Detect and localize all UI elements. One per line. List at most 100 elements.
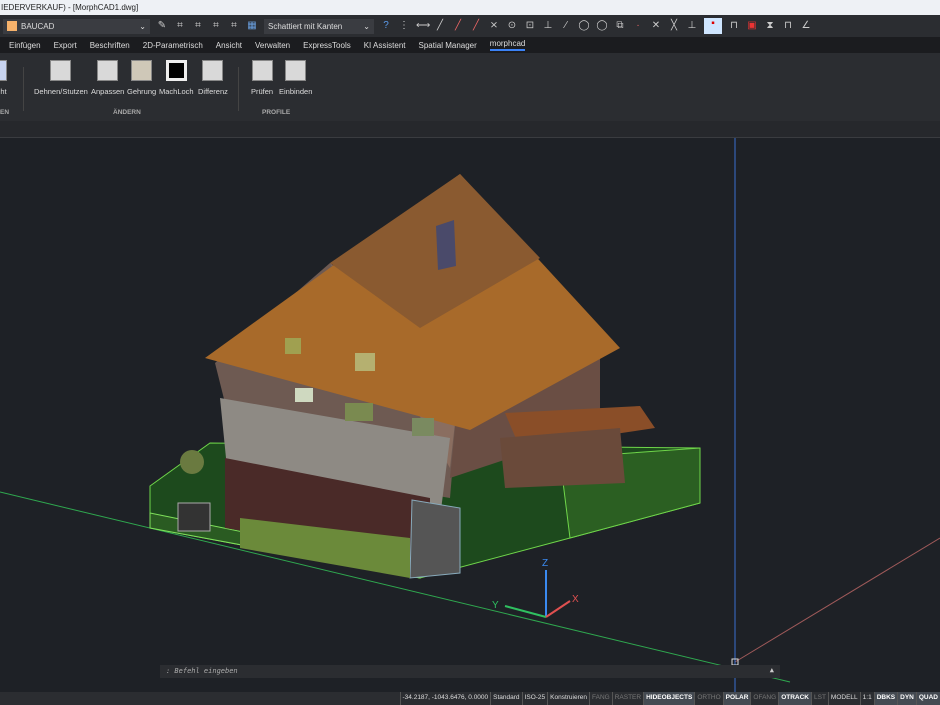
- ribbon-panel: ht EN Dehnen/Stutzen Anpassen Gehrung Ma…: [0, 53, 940, 121]
- divider: [238, 67, 239, 111]
- snap-apparent-icon[interactable]: ⨯: [488, 20, 500, 32]
- hole-icon: [165, 60, 187, 81]
- adjust-icon: [97, 60, 119, 81]
- differenz-button[interactable]: Differenz: [198, 60, 228, 96]
- layer-freeze-icon[interactable]: ⌗: [192, 20, 204, 32]
- status-toggle-lst[interactable]: LST: [811, 692, 828, 705]
- anpassen-button[interactable]: Anpassen: [91, 60, 124, 96]
- miter-icon: [131, 60, 153, 81]
- layer-isolate-icon[interactable]: ⌗: [174, 20, 186, 32]
- status-toggle-polar[interactable]: POLAR: [722, 692, 751, 705]
- panel-label-aendern[interactable]: ÄNDERN: [113, 109, 141, 116]
- snap-from-icon[interactable]: ⊥: [686, 20, 698, 32]
- layer-off-icon[interactable]: ⌗: [210, 20, 222, 32]
- status-toggle-dbks[interactable]: DBKS: [873, 692, 898, 705]
- tab-verwalten[interactable]: Verwalten: [255, 41, 290, 50]
- tab-expresstools[interactable]: ExpressTools: [303, 41, 351, 50]
- command-history-toggle[interactable]: ▲: [770, 666, 774, 674]
- tool-label: Gehrung: [127, 87, 157, 96]
- file-tab-strip: [0, 121, 940, 138]
- machloch-button[interactable]: MachLoch: [159, 60, 194, 96]
- status-toggle-dyn[interactable]: DYN: [897, 692, 916, 705]
- status-toggle-modell[interactable]: MODELL: [827, 692, 860, 705]
- snap-tangent-icon[interactable]: ◯: [578, 20, 590, 32]
- snap-center-icon[interactable]: ⊙: [506, 20, 518, 32]
- snap-polar-icon[interactable]: ⧗: [764, 20, 776, 32]
- snap-insert-icon[interactable]: ⧉: [614, 20, 626, 32]
- tab-morphcad[interactable]: morphcad: [489, 39, 526, 51]
- snap-square-icon[interactable]: ▣: [746, 20, 758, 32]
- partial-tool-button[interactable]: ht: [0, 60, 7, 96]
- quick-access-toolbar: BAUCAD ⌄ ✎ ⌗ ⌗ ⌗ ⌗ ▦ Schattiert mit Kante…: [0, 15, 940, 37]
- snap-angle-icon[interactable]: ∠: [800, 20, 812, 32]
- help-icon[interactable]: ?: [380, 20, 392, 32]
- snap-parallel-icon[interactable]: ∕: [560, 20, 572, 32]
- insert-profile-icon: [285, 60, 307, 81]
- ucs-y-label: Y: [492, 600, 499, 611]
- panel-label-partial: EN: [0, 109, 10, 116]
- einbinden-button[interactable]: Einbinden: [279, 60, 312, 96]
- divider: [23, 67, 24, 111]
- status-toggle-hideobjects[interactable]: HIDEOBJECTS: [643, 692, 695, 705]
- line-icon[interactable]: ╱: [434, 20, 446, 32]
- pruefen-button[interactable]: Prüfen: [251, 60, 273, 96]
- dehnen-stutzen-button[interactable]: Dehnen/Stutzen: [34, 60, 88, 96]
- tool-label: Anpassen: [91, 87, 125, 96]
- tab-ki-assistent[interactable]: KI Assistent: [364, 41, 406, 50]
- layer-name: BAUCAD: [21, 21, 55, 31]
- coordinate-readout: -34.2187, -1043.6476, 0.0000: [399, 692, 491, 705]
- command-line[interactable]: : Befehl eingeben ▲: [160, 665, 780, 678]
- visual-style-value: Schattiert mit Kanten: [268, 21, 343, 31]
- status-toggle-ortho[interactable]: ORTHO: [694, 692, 722, 705]
- gehrung-button[interactable]: Gehrung: [127, 60, 156, 96]
- status-toggle-quad[interactable]: QUAD: [915, 692, 940, 705]
- tab-2d-parametrisch[interactable]: 2D-Parametrisch: [143, 41, 203, 50]
- snap-nearest-icon[interactable]: ·: [632, 20, 644, 32]
- status-toggle-konstruieren[interactable]: Konstruieren: [547, 692, 589, 705]
- layer-on-icon[interactable]: ⌗: [228, 20, 240, 32]
- command-input[interactable]: : Befehl eingeben: [166, 667, 238, 675]
- snap-bracket-icon[interactable]: ⊓: [782, 20, 794, 32]
- snap-intersection-icon[interactable]: ╱: [470, 20, 482, 32]
- layer-dropdown[interactable]: BAUCAD ⌄: [3, 18, 150, 34]
- chevron-down-icon: ⌄: [139, 21, 146, 31]
- status-toggle-standard[interactable]: Standard: [490, 692, 521, 705]
- snap-perpendicular-icon[interactable]: ⊥: [542, 20, 554, 32]
- tab-export[interactable]: Export: [54, 41, 77, 50]
- tab-ansicht[interactable]: Ansicht: [216, 41, 242, 50]
- y-axis-line: [734, 537, 940, 663]
- snap-none-icon[interactable]: ✕: [650, 20, 662, 32]
- visual-style-dropdown[interactable]: Schattiert mit Kanten ⌄: [264, 18, 374, 34]
- point-cloud-house: [149, 174, 701, 579]
- status-toggle-1-1[interactable]: 1:1: [859, 692, 874, 705]
- tool-label: Dehnen/Stutzen: [34, 87, 88, 96]
- tab-einfuegen[interactable]: Einfügen: [9, 41, 41, 50]
- tab-spatial-manager[interactable]: Spatial Manager: [419, 41, 477, 50]
- window-title: IEDERVERKAUF) - [MorphCAD1.dwg]: [1, 3, 139, 12]
- status-toggle-otrack[interactable]: OTRACK: [778, 692, 811, 705]
- snap-midpoint-icon[interactable]: ╱: [452, 20, 464, 32]
- panel-label-profile[interactable]: PROFILE: [262, 109, 290, 116]
- snap-endpoint-icon[interactable]: ⟷: [416, 20, 430, 32]
- status-toggle-raster[interactable]: RASTER: [611, 692, 643, 705]
- difference-icon: [202, 60, 224, 81]
- tool-label: MachLoch: [159, 87, 194, 96]
- tab-beschriften[interactable]: Beschriften: [90, 41, 130, 50]
- snap-tracking-icon[interactable]: ⊓: [728, 20, 740, 32]
- tool-label: Prüfen: [251, 87, 274, 96]
- title-bar: IEDERVERKAUF) - [MorphCAD1.dwg]: [0, 0, 940, 15]
- partial-tool-icon: [0, 60, 7, 81]
- snap-node-icon[interactable]: ⊡: [524, 20, 536, 32]
- more-icon[interactable]: ⋮: [398, 20, 410, 32]
- status-toggle-ofang[interactable]: OFANG: [750, 692, 778, 705]
- ucs-z-label: Z: [542, 558, 548, 569]
- model-viewport[interactable]: Z Y X: [0, 138, 940, 692]
- snap-extension-icon[interactable]: ╳: [668, 20, 680, 32]
- snap-settings-icon[interactable]: ▪: [704, 18, 722, 34]
- layer-match-icon[interactable]: ✎: [156, 20, 168, 32]
- status-toggle-fang[interactable]: FANG: [589, 692, 612, 705]
- ribbon-tabs: Einfügen Export Beschriften 2D-Parametri…: [0, 37, 940, 53]
- snap-quadrant-icon[interactable]: ◯: [596, 20, 608, 32]
- status-toggle-iso-25[interactable]: ISO-25: [521, 692, 548, 705]
- chevron-down-icon: ⌄: [363, 21, 370, 31]
